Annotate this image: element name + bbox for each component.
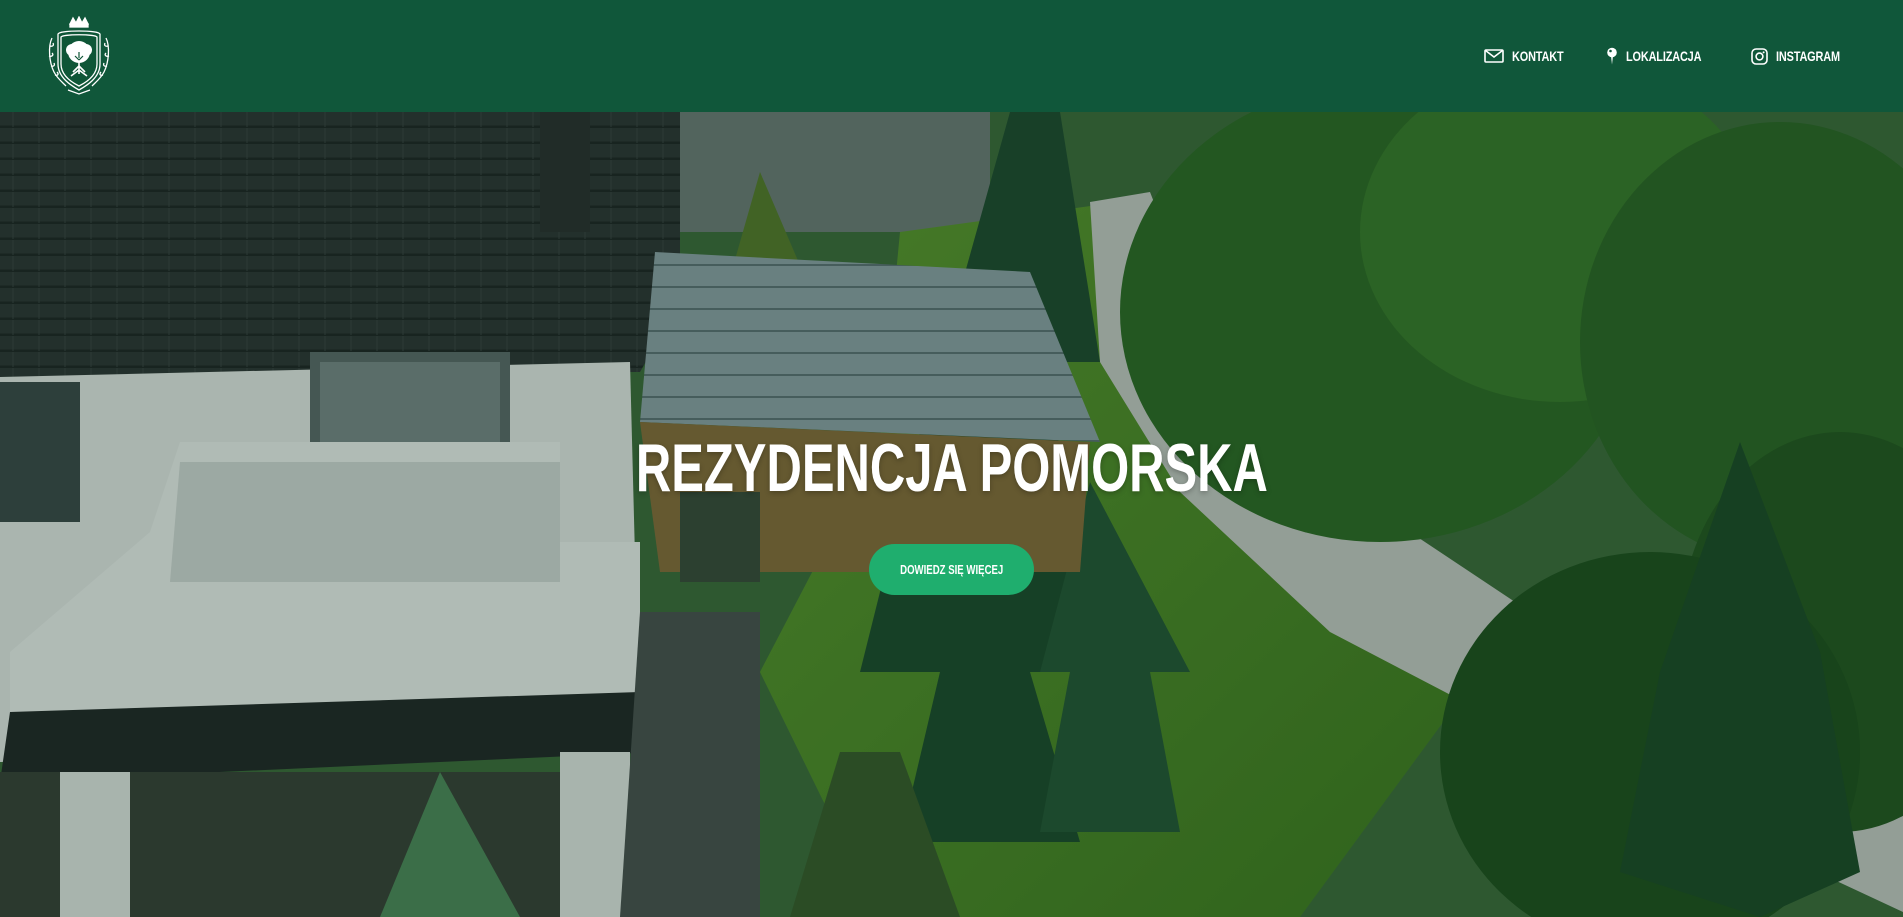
- nav-location-link[interactable]: LOKALIZACJA: [1606, 47, 1723, 65]
- learn-more-label: DOWIEDZ SIĘ WIĘCEJ: [899, 562, 1004, 577]
- nav-instagram-label: INSTAGRAM: [1776, 48, 1840, 64]
- hero-title: REZYDENCJA POMORSKA: [635, 430, 1268, 506]
- nav-location-label: LOKALIZACJA: [1626, 48, 1702, 64]
- hero-content: REZYDENCJA POMORSKA DOWIEDZ SIĘ WIĘCEJ: [0, 112, 1903, 917]
- nav-instagram-link[interactable]: INSTAGRAM: [1751, 47, 1858, 65]
- map-pin-icon: [1607, 47, 1618, 65]
- learn-more-button[interactable]: DOWIEDZ SIĘ WIĘCEJ: [869, 544, 1034, 595]
- envelope-icon: [1484, 49, 1505, 63]
- nav-contact-label: KONTAKT: [1512, 48, 1564, 64]
- nav-contact-link[interactable]: KONTAKT: [1484, 48, 1578, 64]
- tree-crest-logo: [48, 16, 110, 95]
- logo-link[interactable]: [46, 16, 112, 96]
- site-header: KONTAKT LOKALIZACJA INSTAGRAM: [0, 0, 1903, 112]
- hero-section: REZYDENCJA POMORSKA DOWIEDZ SIĘ WIĘCEJ: [0, 112, 1903, 917]
- main-nav: KONTAKT LOKALIZACJA INSTAGRAM: [1484, 47, 1858, 65]
- instagram-icon: [1751, 47, 1768, 65]
